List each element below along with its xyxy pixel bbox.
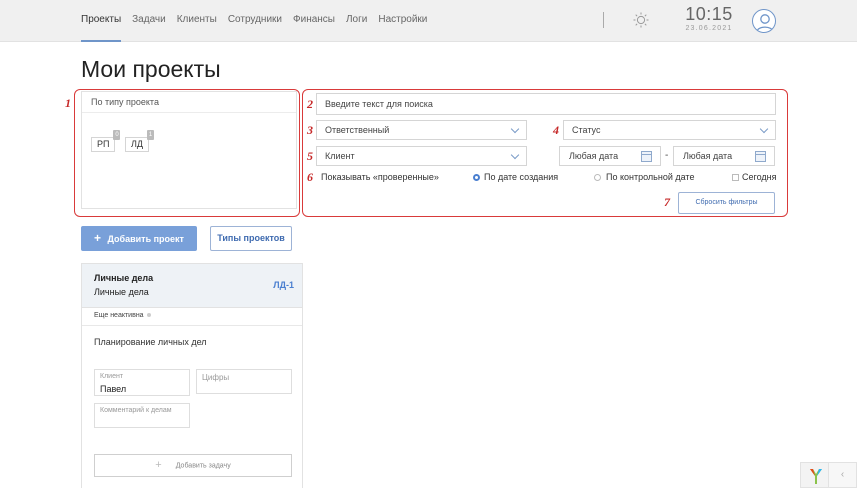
annotation-number-5: 5 xyxy=(307,149,313,163)
date-to-value: Любая дата xyxy=(683,151,733,161)
framework-logo-icon[interactable] xyxy=(800,462,829,488)
status-text: Еще неактивна xyxy=(94,312,144,319)
nav-item-clients[interactable]: Клиенты xyxy=(177,0,217,42)
comment-field[interactable]: Комментарий к делам xyxy=(94,403,190,428)
debug-toolbar: ‹ xyxy=(800,462,857,488)
numbers-field-label: Цифры xyxy=(202,373,230,382)
status-select[interactable]: Статус xyxy=(563,120,776,140)
today-checkbox[interactable] xyxy=(732,174,739,181)
project-type-count-badge: 0 xyxy=(113,130,121,140)
sort-by-created-label[interactable]: По дате создания xyxy=(484,172,558,182)
add-project-label: Добавить проект xyxy=(107,234,184,244)
reset-filters-button[interactable]: Сбросить фильтры xyxy=(678,192,775,214)
add-project-button[interactable]: + Добавить проект xyxy=(81,226,197,251)
date-to-input[interactable]: Любая дата xyxy=(673,146,775,166)
add-task-label: Добавить задачу xyxy=(175,462,231,470)
numbers-field[interactable]: Цифры xyxy=(196,369,292,394)
annotation-number-1: 1 xyxy=(65,96,71,110)
date-from-input[interactable]: Любая дата xyxy=(559,146,661,166)
sort-by-deadline-label[interactable]: По контрольной дате xyxy=(606,172,694,182)
project-card-header[interactable]: Личные дела Личные дела ЛД-1 xyxy=(82,264,302,308)
nav-item-logs[interactable]: Логи xyxy=(346,0,367,42)
responsible-select[interactable]: Ответственный xyxy=(316,120,527,140)
clock: 10:15 23.06.2021 xyxy=(680,4,738,32)
clock-date: 23.06.2021 xyxy=(685,25,733,32)
today-label[interactable]: Сегодня xyxy=(742,172,777,182)
project-type-tag-label: РП xyxy=(97,139,110,149)
project-card-title: Личные дела xyxy=(94,273,154,283)
user-avatar-icon[interactable] xyxy=(752,9,776,33)
show-checked-toggle[interactable]: Показывать «проверенные» xyxy=(321,172,439,182)
logo-shape-icon xyxy=(810,469,822,484)
top-bar: Проекты Задачи Клиенты Сотрудники Финанс… xyxy=(0,0,857,42)
project-type-filter: По типу проекта РП 0 ЛД 1 xyxy=(81,91,297,209)
annotation-number-3: 3 xyxy=(307,123,313,137)
project-type-filter-header: По типу проекта xyxy=(82,92,296,113)
annotation-number-4: 4 xyxy=(553,123,559,137)
nav-item-finances[interactable]: Финансы xyxy=(293,0,335,42)
status-dot-icon xyxy=(146,313,151,318)
main-nav: Проекты Задачи Клиенты Сотрудники Финанс… xyxy=(81,0,438,42)
client-field-value: Павел xyxy=(100,384,127,394)
add-task-button[interactable]: + Добавить задачу xyxy=(94,454,292,477)
search-input[interactable]: Введите текст для поиска xyxy=(316,93,776,115)
nav-item-settings[interactable]: Настройки xyxy=(378,0,427,42)
project-card-code[interactable]: ЛД-1 xyxy=(273,280,294,290)
nav-item-tasks[interactable]: Задачи xyxy=(132,0,166,42)
project-card-subtitle: Личные дела xyxy=(94,287,149,297)
annotation-number-2: 2 xyxy=(307,97,313,111)
project-type-tag-rp[interactable]: РП 0 xyxy=(91,130,121,152)
client-select[interactable]: Клиент xyxy=(316,146,527,166)
project-card[interactable]: Личные дела Личные дела ЛД-1 Еще неактив… xyxy=(81,263,303,488)
calendar-icon[interactable] xyxy=(755,151,766,162)
sort-by-deadline-radio[interactable] xyxy=(594,174,601,181)
client-field-label: Клиент xyxy=(100,373,124,380)
page-title: Мои проекты xyxy=(81,56,221,82)
date-from-value: Любая дата xyxy=(569,151,619,161)
annotation-number-7: 7 xyxy=(664,195,670,209)
collapse-arrow-icon[interactable]: ‹ xyxy=(829,462,857,488)
sort-by-created-radio[interactable] xyxy=(473,174,480,181)
date-range-separator: - xyxy=(665,150,669,161)
clock-time: 10:15 xyxy=(685,4,733,24)
project-types-button[interactable]: Типы проектов xyxy=(210,226,292,251)
plus-icon: + xyxy=(94,231,102,245)
user-silhouette-icon xyxy=(755,14,775,32)
comment-field-label: Комментарий к делам xyxy=(100,407,172,414)
nav-item-projects[interactable]: Проекты xyxy=(81,0,122,42)
project-type-tag-label: ЛД xyxy=(131,139,144,149)
sun-icon[interactable] xyxy=(633,11,649,29)
nav-divider xyxy=(603,12,604,28)
nav-item-employees[interactable]: Сотрудники xyxy=(228,0,282,42)
annotation-number-6: 6 xyxy=(307,170,313,184)
client-field[interactable]: Клиент Павел xyxy=(94,369,190,396)
plus-icon: + xyxy=(155,459,162,471)
project-card-description: Планирование личных дел xyxy=(94,337,207,347)
project-card-status: Еще неактивна xyxy=(82,308,302,326)
project-type-tag-ld[interactable]: ЛД 1 xyxy=(125,130,155,152)
project-type-count-badge: 1 xyxy=(147,130,155,140)
calendar-icon[interactable] xyxy=(641,151,652,162)
